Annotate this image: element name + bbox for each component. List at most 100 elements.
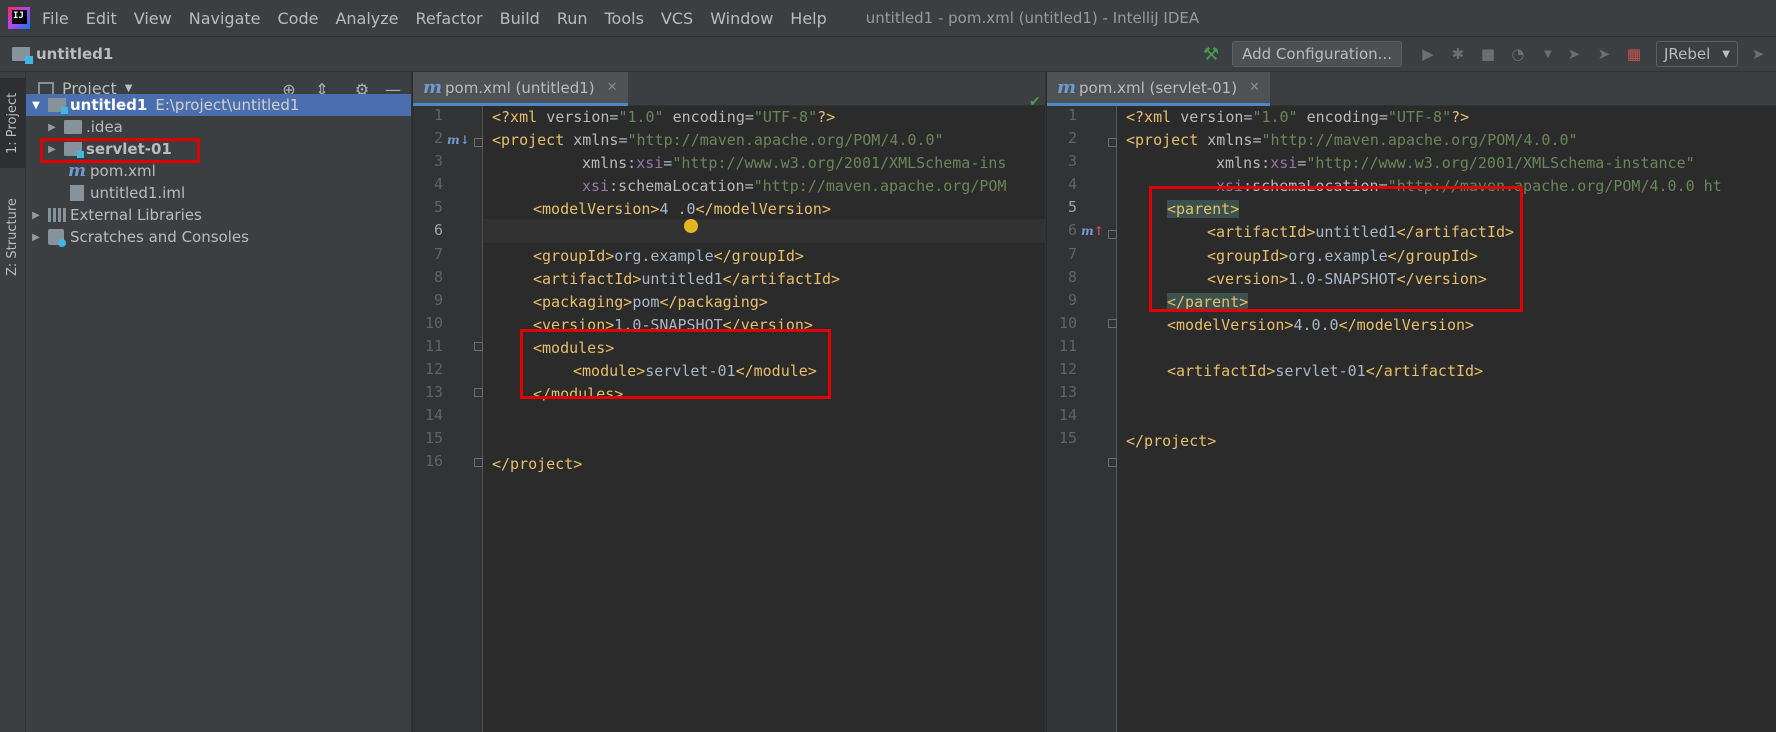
code-line[interactable]: <project xmlns="http://maven.apache.org/… (1126, 129, 1578, 151)
build-hammer-icon[interactable]: ⚒ (1200, 43, 1222, 65)
run-icon[interactable]: ▶ (1416, 42, 1440, 66)
menu-run[interactable]: Run (557, 9, 588, 28)
tree-node-idea[interactable]: ▶ .idea (26, 116, 411, 138)
profile-icon[interactable]: ◔ (1506, 42, 1530, 66)
project-tool-label: 1: Project (5, 92, 20, 154)
menu-view[interactable]: View (134, 9, 172, 28)
line-number: 13 (424, 383, 443, 401)
code-line[interactable]: xsi:schemaLocation="http://maven.apache.… (582, 175, 1006, 197)
tree-node-root[interactable]: ▼ untitled1 E:\project\untitled1 (26, 94, 411, 116)
jrebel-dropdown[interactable]: JRebel ▼ (1655, 41, 1738, 67)
line-number: 1 (433, 106, 443, 124)
check-icon[interactable]: ✔ (1029, 94, 1041, 110)
code-line[interactable]: <project xmlns="http://maven.apache.org/… (492, 129, 944, 151)
structure-tool-button[interactable]: Z: Structure (0, 187, 25, 287)
menu-analyze[interactable]: Analyze (335, 9, 398, 28)
code-line[interactable]: </project> (1126, 430, 1216, 452)
chevron-down-icon[interactable]: ▼ (1536, 42, 1560, 66)
code-line[interactable]: <version>1.0-SNAPSHOT</version> (1207, 268, 1487, 290)
maven-modules-gutter-icon[interactable]: m↓ (447, 133, 470, 147)
close-icon[interactable]: ✕ (1249, 80, 1260, 95)
code-line[interactable]: <module>servlet-01</module> (573, 360, 817, 382)
fold-marker-icon[interactable] (1108, 138, 1117, 147)
code-line[interactable]: </parent> (1167, 291, 1249, 313)
project-tool-button[interactable]: 1: Project (0, 78, 25, 168)
jrebel-debug-icon[interactable]: ➤ (1592, 42, 1616, 66)
fold-marker-icon[interactable] (1108, 230, 1117, 239)
line-number: 7 (1067, 245, 1077, 263)
line-number: 1 (1067, 106, 1077, 124)
line-number: 4 (433, 175, 443, 193)
code-line[interactable]: <version>1.0-SNAPSHOT</version> (533, 314, 813, 336)
code-line[interactable]: <modelVersion>4.0</modelVersion> (533, 198, 831, 220)
code-line[interactable]: <artifactId>servlet-01</artifactId> (1167, 360, 1483, 382)
line-number: 6 (1067, 221, 1077, 239)
code-line[interactable]: <?xml version="1.0" encoding="UTF-8"?> (1126, 106, 1469, 128)
menu-tools[interactable]: Tools (605, 9, 644, 28)
jrebel-panel-icon[interactable]: ▦ (1622, 42, 1646, 66)
tree-node-pom[interactable]: m pom.xml (26, 160, 411, 182)
fold-marker-icon[interactable] (474, 388, 483, 397)
tree-node-scratches[interactable]: ▶ Scratches and Consoles (26, 226, 411, 248)
maven-parent-gutter-icon[interactable]: m↑ (1081, 224, 1104, 238)
tree-node-servlet-01[interactable]: ▶ servlet-01 (26, 138, 411, 160)
code-line[interactable]: <packaging>pom</packaging> (533, 291, 768, 313)
chevron-down-icon[interactable]: ▼ (125, 83, 133, 94)
folder-icon (64, 120, 82, 134)
collapsed-arrow-icon[interactable]: ▶ (44, 122, 60, 133)
collapsed-arrow-icon[interactable]: ▶ (44, 144, 60, 155)
code-line[interactable]: xmlns:xsi="http://www.w3.org/2001/XMLSch… (582, 152, 1006, 174)
code-line[interactable]: <modules> (533, 337, 614, 359)
menu-refactor[interactable]: Refactor (416, 9, 483, 28)
expanded-arrow-icon[interactable]: ▼ (28, 100, 44, 111)
menu-file[interactable]: File (42, 9, 69, 28)
menu-window[interactable]: Window (710, 9, 773, 28)
line-number: 12 (424, 360, 443, 378)
fold-marker-icon[interactable] (1108, 458, 1117, 467)
code-line[interactable]: </project> (492, 453, 582, 475)
collapsed-arrow-icon[interactable]: ▶ (28, 210, 44, 221)
fold-marker-icon[interactable] (474, 138, 483, 147)
menu-edit[interactable]: Edit (86, 9, 117, 28)
fold-marker-icon[interactable] (474, 342, 483, 351)
code-line[interactable]: <artifactId>untitled1</artifactId> (1207, 221, 1514, 243)
code-line[interactable]: <groupId>org.example</groupId> (533, 245, 804, 267)
add-configuration-button[interactable]: Add Configuration... (1232, 41, 1402, 67)
jrebel-sync-icon[interactable]: ➤ (1746, 42, 1770, 66)
menu-navigate[interactable]: Navigate (189, 9, 261, 28)
module-folder-icon (48, 98, 68, 114)
line-number: 9 (433, 291, 443, 309)
line-number: 12 (1058, 360, 1077, 378)
navigation-bar: untitled1 ⚒ Add Configuration... ▶ ✱ ■ ◔… (0, 36, 1776, 72)
collapsed-arrow-icon[interactable]: ▶ (28, 232, 44, 243)
code-line[interactable]: xmlns:xsi="http://www.w3.org/2001/XMLSch… (1216, 152, 1695, 174)
menu-bar: File Edit View Navigate Code Analyze Ref… (0, 0, 1776, 36)
menu-help[interactable]: Help (790, 9, 826, 28)
tree-node-iml[interactable]: untitled1.iml (26, 182, 411, 204)
code-line[interactable]: </modules> (533, 383, 623, 405)
line-number: 5 (1067, 198, 1077, 216)
tree-node-label: untitled1.iml (90, 184, 186, 202)
tab-pom-untitled1[interactable]: m pom.xml (untitled1) ✕ (413, 72, 628, 106)
code-line[interactable]: <?xml version="1.0" encoding="UTF-8"?> (492, 106, 835, 128)
fold-marker-icon[interactable] (474, 458, 483, 467)
code-line[interactable]: <groupId>org.example</groupId> (1207, 245, 1478, 267)
close-icon[interactable]: ✕ (607, 80, 618, 95)
jrebel-run-icon[interactable]: ➤ (1562, 42, 1586, 66)
code-line[interactable]: <parent> (1167, 198, 1240, 220)
code-line[interactable]: <modelVersion>4.0.0</modelVersion> (1167, 314, 1474, 336)
menu-code[interactable]: Code (278, 9, 319, 28)
menu-vcs[interactable]: VCS (661, 9, 693, 28)
breadcrumb-project[interactable]: untitled1 (36, 45, 113, 63)
code-line[interactable]: <artifactId>untitled1</artifactId> (533, 268, 840, 290)
tree-node-external-libraries[interactable]: ▶ External Libraries (26, 204, 411, 226)
menu-build[interactable]: Build (500, 9, 540, 28)
debug-icon[interactable]: ✱ (1446, 42, 1470, 66)
tab-pom-servlet-01[interactable]: m pom.xml (servlet-01) ✕ (1047, 72, 1270, 106)
intellij-logo-icon (8, 7, 30, 29)
code-line[interactable]: xsi:schemaLocation="http://maven.apache.… (1216, 175, 1722, 197)
lightbulb-icon[interactable] (684, 219, 698, 233)
coverage-icon[interactable]: ■ (1476, 42, 1500, 66)
fold-marker-icon[interactable] (1108, 319, 1117, 328)
tree-node-label: untitled1 (70, 96, 148, 114)
